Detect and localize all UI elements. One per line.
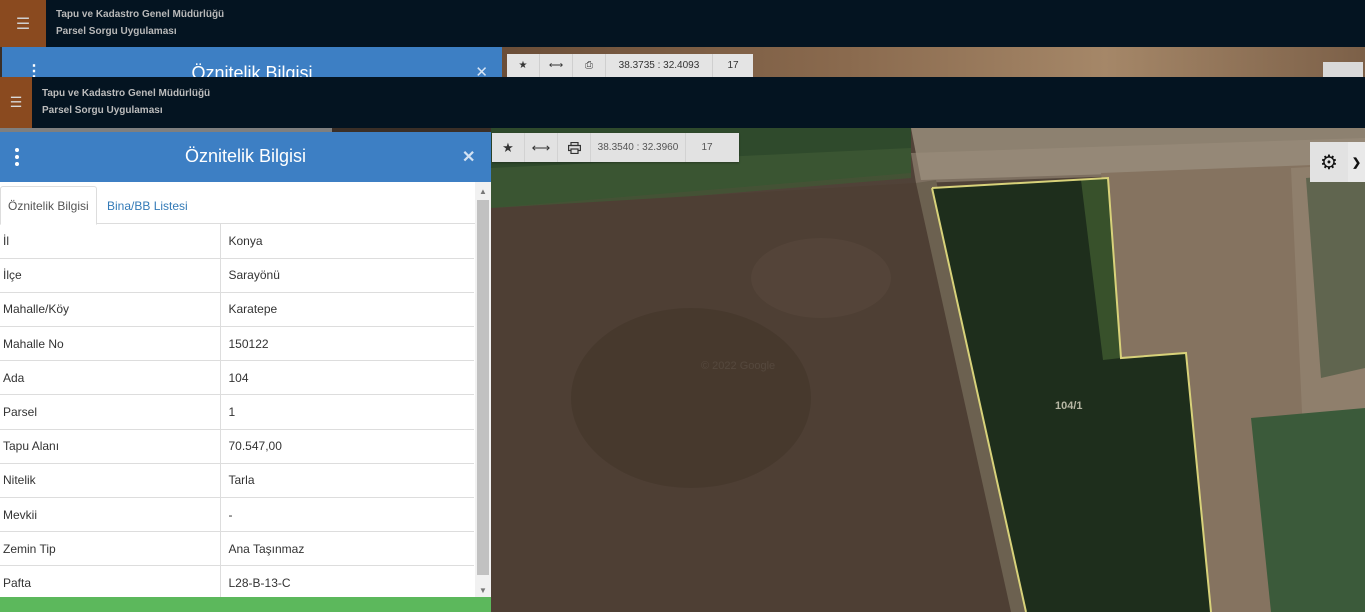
- star-icon[interactable]: ★: [492, 133, 525, 162]
- row-key: Mahalle/Köy: [0, 292, 221, 328]
- zoom-level: 17: [701, 142, 713, 153]
- background-ghost-view: ☰ Tapu ve Kadastro Genel Müdürlüğü Parse…: [0, 0, 1365, 77]
- coordinates-readout: 38.3540 : 32.3960: [591, 133, 686, 162]
- table-row: İlçe Sarayönü: [0, 258, 474, 293]
- side-expand-icon[interactable]: ❯: [1348, 142, 1365, 182]
- measure-icon[interactable]: ⟷: [525, 133, 558, 162]
- table-row: Mahalle No 150122: [0, 326, 474, 362]
- row-value: 150122: [220, 326, 474, 362]
- row-value: Tarla: [220, 463, 474, 499]
- app-header: ☰ Tapu ve Kadastro Genel Müdürlüğü Parse…: [0, 77, 1365, 132]
- row-key: İl: [0, 224, 221, 259]
- printer-glyph: [567, 141, 581, 154]
- ghost-app-title: Tapu ve Kadastro Genel Müdürlüğü Parsel …: [56, 6, 224, 40]
- row-key: Pafta: [0, 565, 221, 597]
- app-title: Tapu ve Kadastro Genel Müdürlüğü Parsel …: [42, 85, 210, 119]
- gear-icon[interactable]: ⚙: [1310, 142, 1348, 182]
- row-key: Parsel: [0, 394, 221, 430]
- row-value: 1: [220, 394, 474, 430]
- panel-title: Öznitelik Bilgisi: [184, 146, 307, 166]
- row-key: Mevkii: [0, 497, 221, 533]
- row-key: Mahalle No: [0, 326, 221, 362]
- row-value: -: [220, 497, 474, 533]
- row-value: 104: [220, 360, 474, 396]
- app-title-line1: Tapu ve Kadastro Genel Müdürlüğü: [42, 88, 211, 99]
- ghost-title-line1: Tapu ve Kadastro Genel Müdürlüğü: [56, 9, 225, 20]
- scroll-thumb[interactable]: [477, 200, 489, 575]
- panel-header: Öznitelik Bilgisi ✕: [0, 132, 491, 182]
- row-value: 70.547,00: [220, 429, 474, 464]
- parcel-label: 104/1: [1055, 400, 1083, 412]
- ghost-hamburger-icon: ☰: [0, 0, 46, 47]
- ghost-toolbar: ★ ⟷ ⎙ 38.3735 : 32.4093 17: [507, 54, 753, 77]
- map-imagery: [491, 128, 1365, 612]
- attribute-table: İl Konya İlçe Sarayönü Mahalle/Köy Karatepe…: [0, 224, 474, 597]
- ghost-close-icon: ✕: [475, 64, 488, 77]
- table-row: Ada 104: [0, 360, 474, 396]
- row-key: Tapu Alanı: [0, 429, 221, 464]
- ghost-zoom: 17: [727, 60, 739, 71]
- row-key: Ada: [0, 360, 221, 396]
- map-toolbar: ★ ⟷ 38.3540 : 32.3960 17: [492, 133, 739, 162]
- ghost-header: ☰ Tapu ve Kadastro Genel Müdürlüğü Parse…: [0, 0, 1365, 47]
- ghost-coords: 38.3735 : 32.4093: [606, 54, 713, 77]
- row-value: Karatepe: [220, 292, 474, 328]
- attribute-table-wrapper: İl Konya İlçe Sarayönü Mahalle/Köy Karatepe…: [0, 224, 475, 597]
- tab-building-list[interactable]: Bina/BB Listesi: [100, 186, 195, 225]
- tab-attribute-info[interactable]: Öznitelik Bilgisi: [0, 186, 97, 225]
- row-value: Sarayönü: [220, 258, 474, 293]
- table-row: Mevkii -: [0, 497, 474, 533]
- ghost-panel-title: Öznitelik Bilgisi: [191, 63, 313, 77]
- table-row: Tapu Alanı 70.547,00: [0, 429, 474, 464]
- row-value: Ana Taşınmaz: [220, 531, 474, 567]
- table-row: Nitelik Tarla: [0, 463, 474, 499]
- ghost-print-icon: ⎙: [573, 54, 606, 77]
- table-row: Zemin Tip Ana Taşınmaz: [0, 531, 474, 567]
- row-key: İlçe: [0, 258, 221, 293]
- ghost-gear-icon: [1323, 62, 1363, 77]
- satellite-map[interactable]: 104/1 © 2022 Google: [491, 128, 1365, 612]
- ghost-measure-icon: ⟷: [540, 54, 573, 77]
- row-key: Zemin Tip: [0, 531, 221, 567]
- row-key: Nitelik: [0, 463, 221, 499]
- row-value: L28-B-13-C: [220, 565, 474, 597]
- map-watermark: © 2022 Google: [701, 360, 776, 372]
- attribute-panel: Öznitelik Bilgisi ✕ Öznitelik Bilgisi Bi…: [0, 132, 491, 612]
- table-row: İl Konya: [0, 224, 474, 259]
- scroll-down-icon[interactable]: ▼: [475, 583, 491, 597]
- table-row: Mahalle/Köy Karatepe: [0, 292, 474, 328]
- panel-scrollbar[interactable]: ▲ ▼: [475, 182, 491, 597]
- panel-footer: [0, 597, 491, 612]
- table-row: Pafta L28-B-13-C: [0, 565, 474, 597]
- table-row: Parsel 1: [0, 394, 474, 430]
- close-icon[interactable]: ✕: [462, 147, 475, 167]
- hamburger-icon[interactable]: ☰: [0, 77, 32, 128]
- print-icon[interactable]: [558, 133, 591, 162]
- row-value: Konya: [220, 224, 474, 259]
- panel-tabs: Öznitelik Bilgisi Bina/BB Listesi: [0, 182, 476, 225]
- ghost-title-line2: Parsel Sorgu Uygulaması: [56, 26, 177, 37]
- app-title-line2: Parsel Sorgu Uygulaması: [42, 105, 163, 116]
- ghost-star-icon: ★: [507, 54, 540, 77]
- scroll-up-icon[interactable]: ▲: [475, 184, 491, 198]
- ghost-panel-header: ⋮ Öznitelik Bilgisi ✕: [2, 47, 502, 77]
